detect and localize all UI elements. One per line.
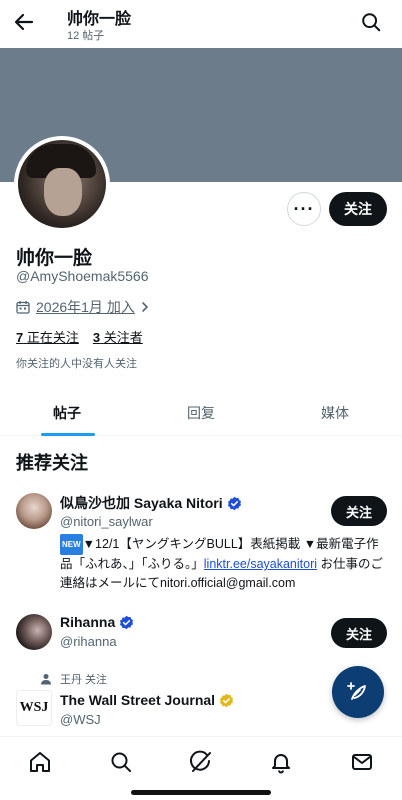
home-icon <box>30 751 51 772</box>
avatar-face <box>44 168 82 216</box>
person-icon <box>41 674 51 685</box>
search-icon <box>111 752 131 772</box>
mail-icon <box>351 753 372 770</box>
nav-home[interactable] <box>27 749 53 775</box>
suggestion-handle: @WSJ <box>60 712 101 727</box>
profile-name: 帅你一脸 <box>16 248 93 269</box>
verified-badge-icon <box>120 615 134 629</box>
suggestion-item[interactable]: 似鳥沙也加 Sayaka Nitori @nitori_saylwar 关注 N… <box>0 490 402 600</box>
home-indicator[interactable] <box>131 790 271 795</box>
nav-search[interactable] <box>108 749 134 775</box>
joined-text: 2026年1月 加入 <box>36 299 135 315</box>
profile-avatar[interactable] <box>14 136 110 232</box>
profile-tabs: 帖子 回复 媒体 <box>0 390 402 436</box>
bottom-nav <box>0 736 402 786</box>
verified-badge-icon <box>227 496 241 510</box>
more-options-button[interactable]: ··· <box>287 192 321 226</box>
suggestion-name-text: 似鳥沙也加 Sayaka Nitori <box>60 495 223 511</box>
wsj-logo-text: WSJ <box>19 700 49 715</box>
followers-label: 关注者 <box>103 330 143 345</box>
back-button[interactable] <box>12 10 36 34</box>
suggestion-handle: @rihanna <box>60 634 117 649</box>
tab-replies[interactable]: 回复 <box>134 390 268 435</box>
suggestion-name-text: Rihanna <box>60 614 116 630</box>
profile-handle: @AmyShoemak5566 <box>16 268 149 284</box>
arrow-left-icon <box>14 13 34 31</box>
mutual-followers-note: 你关注的人中没有人关注 <box>16 358 137 370</box>
social-context: 王丹 关注 <box>40 671 107 687</box>
suggestion-name[interactable]: Rihanna <box>60 614 134 630</box>
suggestion-avatar[interactable] <box>16 493 52 529</box>
top-bar: 帅你一脸 12 帖子 <box>0 0 402 48</box>
tab-media[interactable]: 媒体 <box>268 390 402 435</box>
search-button[interactable] <box>360 11 382 33</box>
compose-post-button[interactable] <box>332 666 384 718</box>
tab-posts[interactable]: 帖子 <box>0 390 134 436</box>
following-link[interactable]: 7 正在关注 <box>16 327 79 346</box>
joined-date[interactable]: 2026年1月 加入 <box>16 297 151 317</box>
suggestion-name[interactable]: The Wall Street Journal <box>60 692 234 708</box>
chevron-right-icon <box>142 302 148 312</box>
social-context-text: 王丹 关注 <box>60 674 108 686</box>
page-title: 帅你一脸 <box>67 11 132 28</box>
suggestion-name-text: The Wall Street Journal <box>60 692 216 708</box>
verified-gold-badge-icon <box>220 693 234 707</box>
nav-grok[interactable] <box>188 749 214 775</box>
followers-count: 3 <box>92 330 101 345</box>
suggestion-bio: NEW ▼12/1【ヤングキングBULL】表紙掲載 ▼最新電子作品「ふれあ、」「ふ… <box>60 534 390 593</box>
bell-icon <box>272 753 291 773</box>
follow-button[interactable]: 关注 <box>329 192 387 226</box>
post-count: 12 帖子 <box>67 30 105 42</box>
grok-icon <box>190 750 211 772</box>
suggestion-handle: @nitori_saylwar <box>60 514 153 529</box>
suggestion-avatar[interactable]: WSJ <box>16 690 52 726</box>
new-badge: NEW <box>60 534 83 555</box>
feather-plus-icon <box>347 682 366 700</box>
nav-messages[interactable] <box>349 749 375 775</box>
suggestion-item[interactable]: Rihanna @rihanna 关注 <box>0 612 402 656</box>
calendar-icon <box>16 301 30 314</box>
nav-notifications[interactable] <box>268 749 294 775</box>
bio-link[interactable]: linktr.ee/sayakanitori <box>204 557 317 571</box>
suggestion-avatar[interactable] <box>16 614 52 650</box>
follow-button[interactable]: 关注 <box>331 618 387 648</box>
search-icon <box>362 13 381 32</box>
suggestion-name[interactable]: 似鳥沙也加 Sayaka Nitori <box>60 493 242 513</box>
follow-stats: 7 正在关注 3 关注者 <box>16 327 143 346</box>
following-label: 正在关注 <box>26 330 79 345</box>
followers-link[interactable]: 3 关注者 <box>93 327 143 346</box>
follow-button[interactable]: 关注 <box>331 496 387 526</box>
following-count: 7 <box>16 330 24 345</box>
suggestions-title: 推荐关注 <box>16 453 88 473</box>
